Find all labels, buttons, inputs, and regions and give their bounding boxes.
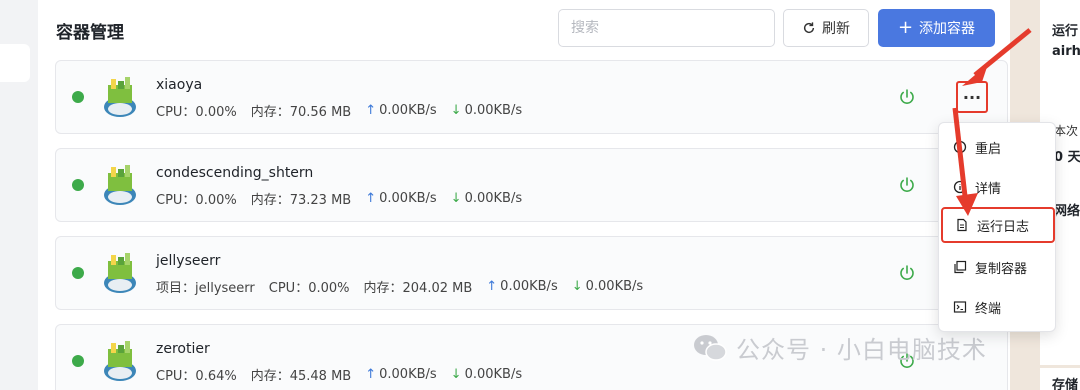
cpu-usage: CPU：0.00% xyxy=(156,105,237,120)
upload-speed: ↑ 0.00KB/s xyxy=(486,279,558,294)
container-stats: CPU：0.64% 内存：45.48 MB ↑ 0.00KB/s ↓ 0.00KB/… xyxy=(156,365,522,384)
arrow-up-icon: ↑ xyxy=(365,103,377,118)
upload-speed: ↑ 0.00KB/s xyxy=(365,103,437,118)
menu-item-run-log[interactable]: 运行日志 xyxy=(941,207,1055,243)
plus-icon: + xyxy=(897,17,914,38)
container-card[interactable]: condescending_shtern CPU：0.00% 内存：73.23 … xyxy=(55,148,1008,222)
add-container-label: 添加容器 xyxy=(919,21,976,37)
watermark-text: 公众号 · 小白电脑技术 xyxy=(736,336,987,364)
refresh-button[interactable]: 刷新 xyxy=(783,9,869,47)
power-icon[interactable] xyxy=(898,88,916,106)
upload-speed: ↑ 0.00KB/s xyxy=(365,191,437,206)
container-stats: 项目：jellyseerr CPU：0.00% 内存：204.02 MB ↑ 0.… xyxy=(156,277,643,296)
right-panel-uptime-value: 0 天 xyxy=(1054,150,1080,165)
arrow-down-icon: ↓ xyxy=(450,103,462,118)
project-label: 项目：jellyseerr xyxy=(156,281,255,296)
more-actions-button[interactable]: ··· xyxy=(956,81,988,113)
container-name: xiaoya xyxy=(156,77,203,93)
status-running-dot xyxy=(72,91,84,103)
container-name: zerotier xyxy=(156,341,210,357)
right-panel-network-label: 网络 xyxy=(1054,204,1080,219)
copy-icon xyxy=(954,260,967,274)
download-speed: ↓ 0.00KB/s xyxy=(571,279,644,294)
restart-icon xyxy=(953,140,967,154)
container-stats: CPU：0.00% 内存：70.56 MB ↑ 0.00KB/s ↓ 0.00KB/… xyxy=(156,101,522,120)
container-name: jellyseerr xyxy=(156,253,221,269)
arrow-down-icon: ↓ xyxy=(571,279,583,294)
info-icon xyxy=(953,180,967,194)
menu-item-copy-container[interactable]: 复制容器 xyxy=(939,249,1057,285)
status-running-dot xyxy=(72,267,84,279)
power-icon[interactable] xyxy=(898,264,916,282)
container-name: condescending_shtern xyxy=(156,165,314,181)
docker-whale-icon xyxy=(104,253,136,293)
wechat-icon xyxy=(694,334,727,361)
refresh-icon xyxy=(803,22,815,34)
right-panel-title: 运行 xyxy=(1052,24,1079,39)
refresh-label: 刷新 xyxy=(822,21,850,37)
log-icon xyxy=(957,218,967,232)
docker-whale-icon xyxy=(104,165,136,205)
terminal-icon xyxy=(953,301,967,313)
memory-usage: 内存：73.23 MB xyxy=(250,193,352,208)
sidebar-active-item[interactable] xyxy=(0,44,30,82)
download-speed: ↓ 0.00KB/s xyxy=(450,191,523,206)
container-card[interactable]: jellyseerr 项目：jellyseerr CPU：0.00% 内存：20… xyxy=(55,236,1008,310)
arrow-up-icon: ↑ xyxy=(365,191,377,206)
watermark: 公众号 · 小白电脑技术 xyxy=(692,330,987,365)
memory-usage: 内存：204.02 MB xyxy=(363,281,473,296)
arrow-down-icon: ↓ xyxy=(450,191,462,206)
right-panel-name: airh xyxy=(1052,44,1080,59)
container-context-menu: 重启 详情 运行日志 复制容器 终端 xyxy=(938,122,1056,332)
status-running-dot xyxy=(72,355,84,367)
docker-whale-icon xyxy=(104,77,136,117)
arrow-up-icon: ↑ xyxy=(365,367,377,382)
menu-item-terminal[interactable]: 终端 xyxy=(939,289,1057,325)
add-container-button[interactable]: + 添加容器 xyxy=(878,9,995,47)
download-speed: ↓ 0.00KB/s xyxy=(450,103,523,118)
arrow-down-icon: ↓ xyxy=(450,367,462,382)
status-running-dot xyxy=(72,179,84,191)
memory-usage: 内存：70.56 MB xyxy=(250,105,352,120)
cpu-usage: CPU：0.64% xyxy=(156,369,237,384)
cpu-usage: CPU：0.00% xyxy=(156,193,237,208)
download-speed: ↓ 0.00KB/s xyxy=(450,367,523,382)
menu-item-restart[interactable]: 重启 xyxy=(939,129,1057,165)
docker-whale-icon xyxy=(104,341,136,381)
power-icon[interactable] xyxy=(898,176,916,194)
memory-usage: 内存：45.48 MB xyxy=(250,369,352,384)
right-panel-storage-label: 存储 xyxy=(1052,378,1079,390)
page-title: 容器管理 xyxy=(56,23,124,43)
arrow-up-icon: ↑ xyxy=(486,279,498,294)
upload-speed: ↑ 0.00KB/s xyxy=(365,367,437,382)
cpu-usage: CPU：0.00% xyxy=(268,281,350,296)
menu-item-details[interactable]: 详情 xyxy=(939,169,1057,205)
search-input[interactable] xyxy=(558,9,775,47)
right-panel-uptime-label: 本次 xyxy=(1054,124,1079,138)
container-card[interactable]: xiaoya CPU：0.00% 内存：70.56 MB ↑ 0.00KB/s ↓… xyxy=(55,60,1008,134)
container-stats: CPU：0.00% 内存：73.23 MB ↑ 0.00KB/s ↓ 0.00KB/… xyxy=(156,189,522,208)
